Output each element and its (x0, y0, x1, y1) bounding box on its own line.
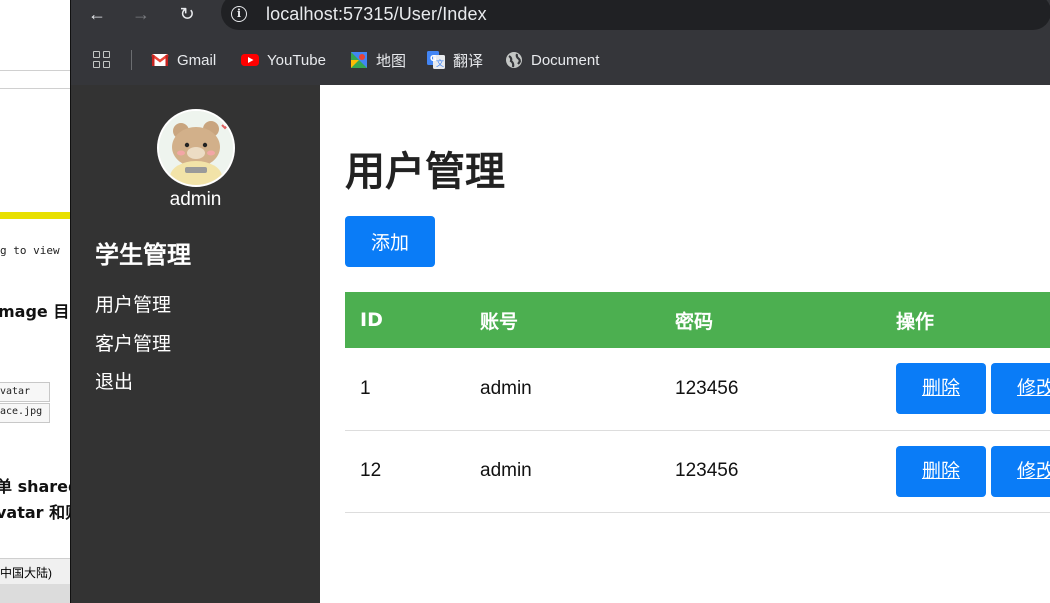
column-header-password: 密码 (660, 292, 881, 348)
doc-text: ace.jpg (0, 406, 43, 417)
cell-account: admin (465, 348, 660, 431)
sidebar: admin 学生管理 用户管理 客户管理 退出 (71, 85, 320, 603)
bottom-bar (0, 584, 70, 603)
bookmarks-bar: Gmail YouTube 地图 G文 翻译 Document (71, 34, 1050, 85)
bear-avatar-icon (159, 111, 233, 185)
column-header-actions: 操作 (881, 292, 1050, 348)
cell-password: 123456 (660, 348, 881, 431)
bookmark-document[interactable]: Document (505, 48, 599, 72)
cell-id: 12 (345, 430, 465, 513)
site-info-icon[interactable]: i (231, 6, 247, 22)
doc-text: g to view (0, 244, 60, 257)
translate-icon: G文 (427, 51, 445, 69)
cell-actions: 删除 修改 (881, 348, 1050, 431)
sidebar-item-customer-management[interactable]: 客户管理 (95, 329, 171, 356)
bookmark-gmail[interactable]: Gmail (151, 48, 216, 72)
bookmark-translate[interactable]: G文 翻译 (427, 48, 483, 72)
table-row: 1 admin 123456 删除 修改 (345, 348, 1050, 431)
apps-grid-icon[interactable] (93, 51, 111, 69)
user-table: ID 账号 密码 操作 1 admin 123456 删除 修改 12 admi… (345, 292, 1050, 513)
doc-text: 单 shared (0, 477, 70, 496)
cell-id: 1 (345, 348, 465, 431)
doc-text: mage 目 (0, 302, 70, 321)
youtube-icon (241, 51, 259, 69)
avatar (157, 109, 235, 187)
sidebar-item-logout[interactable]: 退出 (95, 367, 133, 394)
table-row: 12 admin 123456 删除 修改 (345, 430, 1050, 513)
sidebar-item-user-management[interactable]: 用户管理 (95, 290, 171, 317)
address-bar[interactable]: i localhost:57315/User/Index (221, 0, 1050, 30)
forward-arrow-icon[interactable]: → (127, 2, 155, 26)
sidebar-section-title: 学生管理 (95, 241, 191, 269)
page-title: 用户管理 (345, 149, 505, 195)
highlight-bar (0, 212, 70, 219)
main-content: 用户管理 添加 ID 账号 密码 操作 1 admin 123456 删除 修改… (320, 85, 1050, 603)
delete-button[interactable]: 删除 (896, 445, 986, 497)
edit-button[interactable]: 修改 (991, 363, 1050, 415)
url-text[interactable]: localhost:57315/User/Index (266, 4, 487, 25)
bookmark-label: 地图 (376, 52, 407, 70)
bookmark-label: Document (531, 51, 600, 69)
status-text: 中国大陆) (0, 558, 70, 584)
bookmark-maps[interactable]: 地图 (350, 48, 406, 72)
bookmark-label: YouTube (267, 51, 326, 69)
username: admin (169, 189, 222, 210)
column-header-account: 账号 (465, 292, 660, 348)
browser-window: ← → ↻ i localhost:57315/User/Index Gmail (70, 0, 1050, 603)
maps-icon (350, 51, 368, 69)
divider (0, 88, 70, 89)
reload-icon[interactable]: ↻ (173, 2, 201, 26)
back-arrow-icon[interactable]: ← (83, 2, 111, 26)
bookmark-youtube[interactable]: YouTube (241, 48, 326, 72)
column-header-id: ID (345, 292, 465, 348)
delete-button[interactable]: 删除 (896, 363, 986, 415)
bookmark-label: Gmail (177, 51, 217, 69)
divider (0, 70, 70, 71)
cell-account: admin (465, 430, 660, 513)
screen: g to view mage 目 vatar ace.jpg 单 shared … (0, 0, 1050, 603)
add-button[interactable]: 添加 (345, 216, 435, 267)
cell-password: 123456 (660, 430, 881, 513)
gmail-icon (151, 51, 169, 69)
edit-button[interactable]: 修改 (991, 445, 1050, 497)
svg-text:文: 文 (436, 58, 444, 68)
bookmark-separator (131, 50, 132, 70)
doc-text: vatar (0, 386, 31, 397)
doc-text: vatar 和则 (0, 503, 70, 522)
bookmark-label: 翻译 (453, 52, 484, 70)
globe-icon (505, 51, 523, 69)
browser-toolbar: ← → ↻ i localhost:57315/User/Index (71, 0, 1050, 34)
background-document: g to view mage 目 vatar ace.jpg 单 shared … (0, 0, 70, 603)
cell-actions: 删除 修改 (881, 430, 1050, 513)
table-header-row: ID 账号 密码 操作 (345, 292, 1050, 348)
